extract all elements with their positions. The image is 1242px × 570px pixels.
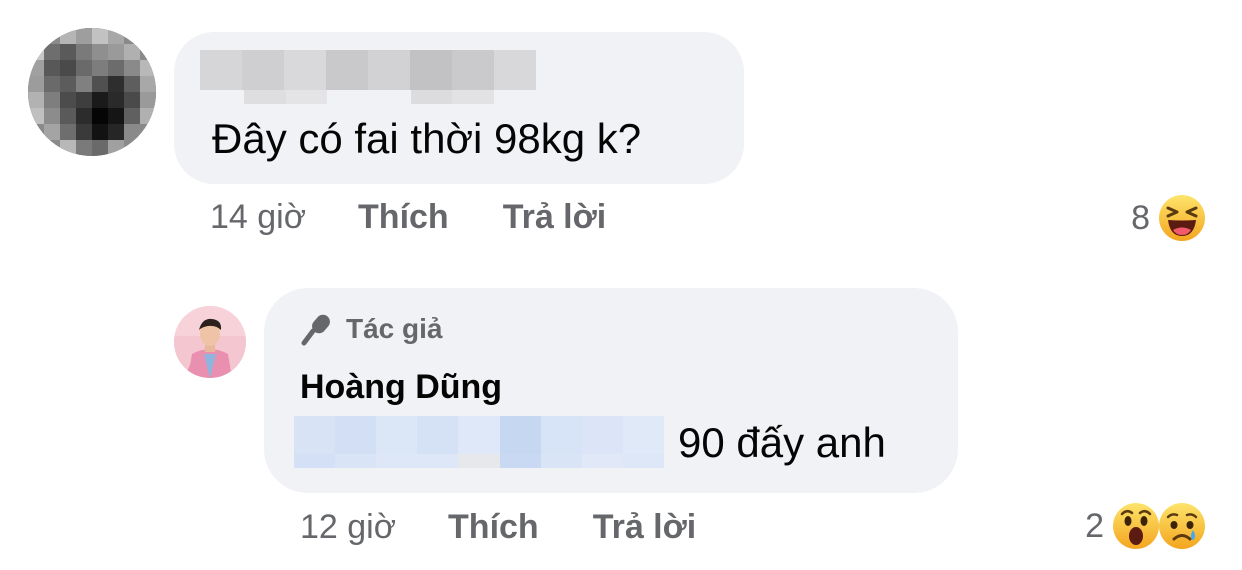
blurred-mention[interactable]	[294, 416, 664, 468]
comment-thread: Đây có fai thời 98kg k? 14 giờ Thích Trả…	[0, 0, 1242, 570]
comment-bubble[interactable]: Đây có fai thời 98kg k?	[174, 32, 744, 184]
comment-actions: 14 giờ Thích Trả lời	[210, 198, 606, 237]
author-badge: Tác giả	[300, 312, 442, 346]
reply-button[interactable]: Trả lời	[593, 508, 697, 547]
like-button[interactable]: Thích	[358, 198, 449, 237]
reply-actions: 12 giờ Thích Trả lời	[300, 508, 696, 547]
avatar-author[interactable]	[174, 306, 246, 378]
comment-text: Đây có fai thời 98kg k?	[212, 115, 642, 162]
reply-bubble[interactable]: Tác giả Hoàng Dũng 90 đấy anh	[264, 288, 958, 493]
reaction-count: 8	[1131, 198, 1150, 237]
reaction-count: 2	[1085, 506, 1104, 545]
like-button[interactable]: Thích	[448, 508, 539, 547]
author-name[interactable]: Hoàng Dũng	[300, 368, 502, 407]
comment-timestamp[interactable]: 14 giờ	[210, 198, 306, 237]
reply-text: 90 đấy anh	[678, 419, 886, 466]
blurred-author-name	[200, 50, 536, 108]
reaction-summary[interactable]: 8	[1131, 194, 1206, 242]
reply-button[interactable]: Trả lời	[503, 198, 607, 237]
reply-timestamp[interactable]: 12 giờ	[300, 508, 396, 547]
haha-icon	[1159, 195, 1205, 241]
author-badge-label: Tác giả	[346, 313, 443, 344]
sad-icon	[1159, 503, 1205, 549]
avatar-pixelated[interactable]	[28, 28, 156, 156]
wow-icon	[1113, 503, 1159, 549]
reaction-summary[interactable]: 2	[1085, 502, 1206, 550]
microphone-icon	[301, 314, 330, 346]
